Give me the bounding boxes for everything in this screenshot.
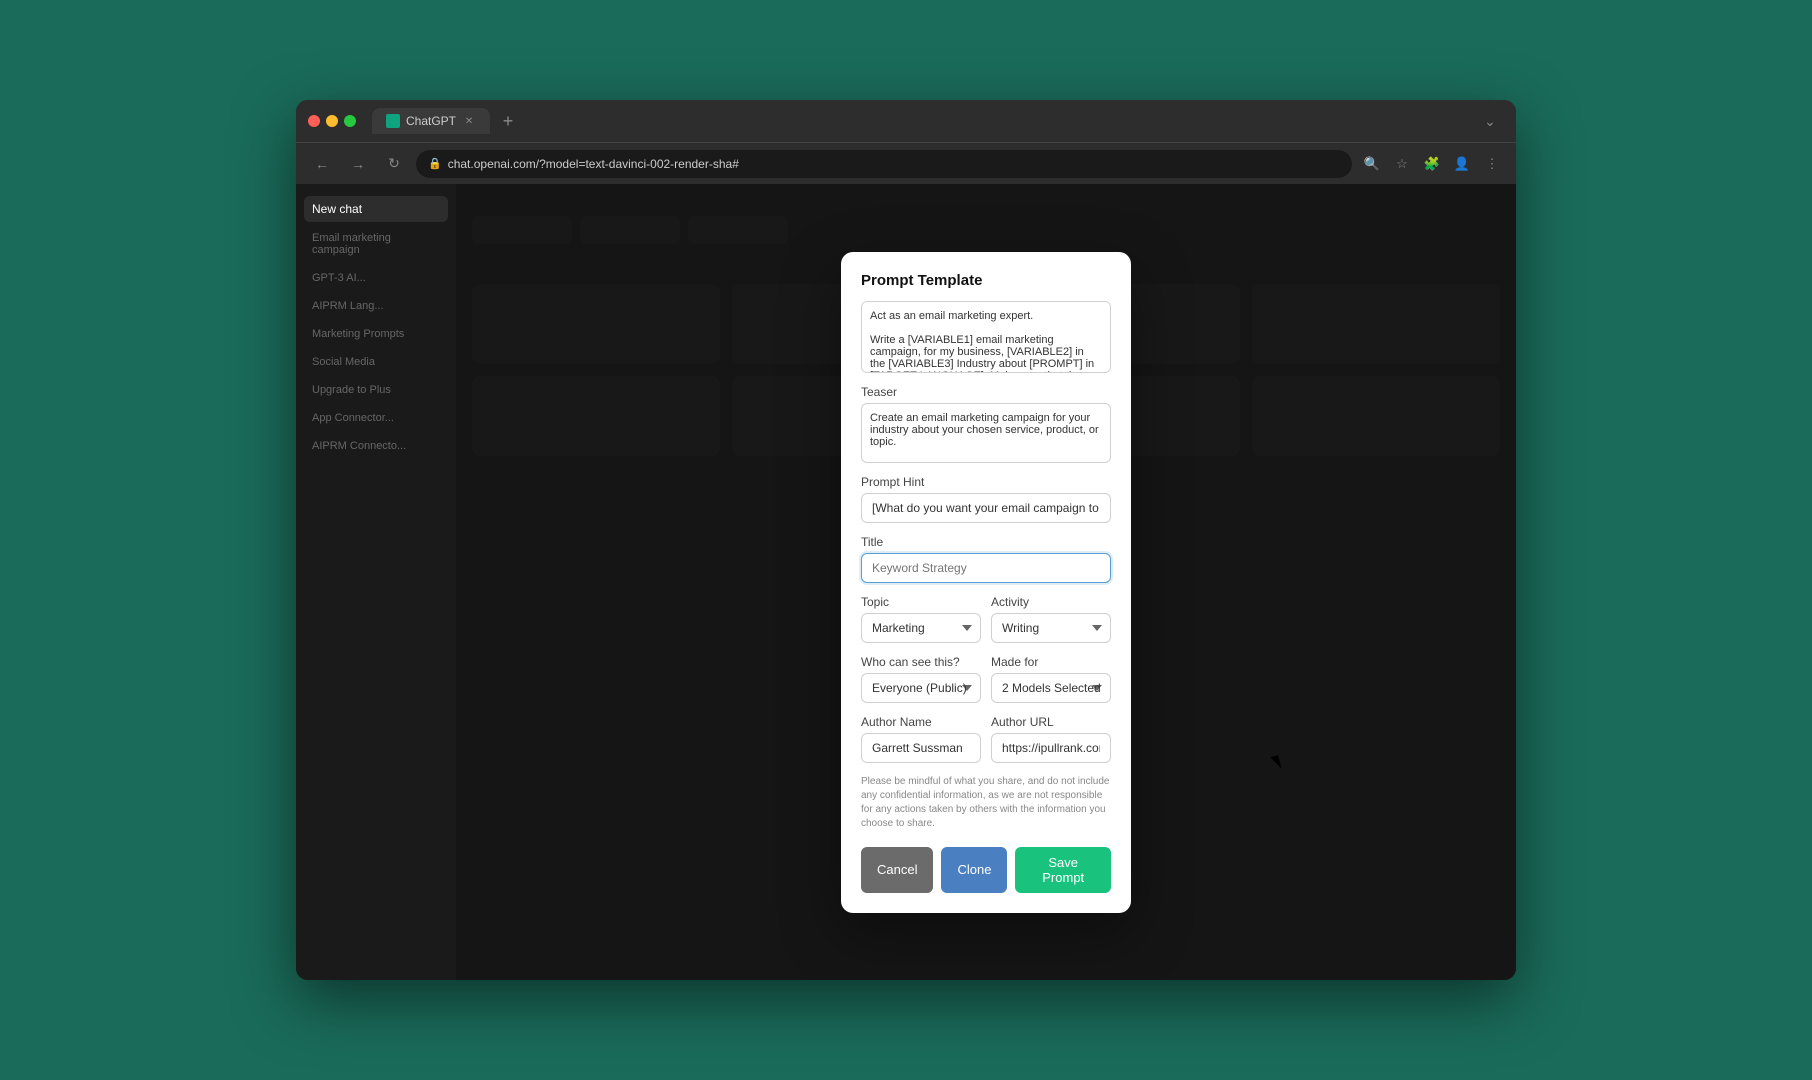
- prompt-hint-label: Prompt Hint: [861, 475, 1111, 489]
- sidebar-item-8[interactable]: AIPRM Connecto...: [304, 434, 448, 458]
- modal-overlay: Prompt Template Teaser Prompt Hint: [456, 184, 1516, 980]
- traffic-lights: [308, 115, 356, 127]
- browser-titlebar: ChatGPT ✕ + ⌄: [296, 100, 1516, 142]
- prompt-template-modal: Prompt Template Teaser Prompt Hint: [841, 252, 1131, 913]
- tab-close-icon[interactable]: ✕: [462, 114, 476, 128]
- profile-icon[interactable]: 👤: [1450, 152, 1474, 176]
- sidebar: New chat Email marketing campaign GPT-3 …: [296, 184, 456, 980]
- sidebar-item-2[interactable]: GPT-3 AI...: [304, 266, 448, 290]
- refresh-button[interactable]: ↻: [380, 150, 408, 178]
- topic-select[interactable]: Marketing Sales Design Writing: [861, 613, 981, 643]
- author-url-input[interactable]: [991, 733, 1111, 763]
- visibility-model-row: Who can see this? Everyone (Public) Only…: [861, 655, 1111, 703]
- bookmark-icon[interactable]: ☆: [1390, 152, 1414, 176]
- prompt-textarea[interactable]: [861, 301, 1111, 373]
- close-button[interactable]: [308, 115, 320, 127]
- topic-label: Topic: [861, 595, 981, 609]
- save-prompt-button[interactable]: Save Prompt: [1015, 847, 1111, 893]
- teaser-textarea[interactable]: [861, 403, 1111, 463]
- tab-favicon: [386, 114, 400, 128]
- topic-field-group: Topic Marketing Sales Design Writing: [861, 595, 981, 643]
- made-for-field-group: Made for 2 Models Selected All Models: [991, 655, 1111, 703]
- title-label: Title: [861, 535, 1111, 549]
- activity-field-group: Activity Writing Research Analysis: [991, 595, 1111, 643]
- who-field-group: Who can see this? Everyone (Public) Only…: [861, 655, 981, 703]
- sidebar-item-new-chat[interactable]: New chat: [304, 196, 448, 222]
- title-input[interactable]: [861, 553, 1111, 583]
- browser-toolbar: ← → ↻ 🔒 chat.openai.com/?model=text-davi…: [296, 142, 1516, 184]
- chatgpt-tab[interactable]: ChatGPT ✕: [372, 108, 490, 134]
- author-url-field-group: Author URL: [991, 715, 1111, 763]
- menu-icon[interactable]: ⋮: [1480, 152, 1504, 176]
- made-for-label: Made for: [991, 655, 1111, 669]
- modal-actions: Cancel Clone Save Prompt: [861, 843, 1111, 893]
- sidebar-item-1[interactable]: Email marketing campaign: [304, 226, 448, 262]
- browser-content: New chat Email marketing campaign GPT-3 …: [296, 184, 1516, 980]
- made-for-select[interactable]: 2 Models Selected All Models: [991, 673, 1111, 703]
- prompt-hint-field-group: Prompt Hint: [861, 475, 1111, 523]
- prompt-hint-input[interactable]: [861, 493, 1111, 523]
- activity-select[interactable]: Writing Research Analysis: [991, 613, 1111, 643]
- sidebar-item-6[interactable]: Upgrade to Plus: [304, 378, 448, 402]
- tab-label: ChatGPT: [406, 114, 456, 128]
- title-field-group: Title: [861, 535, 1111, 583]
- extensions-icon[interactable]: 🧩: [1420, 152, 1444, 176]
- author-name-input[interactable]: [861, 733, 981, 763]
- teaser-field-group: Teaser: [861, 385, 1111, 463]
- sidebar-item-5[interactable]: Social Media: [304, 350, 448, 374]
- cancel-button[interactable]: Cancel: [861, 847, 933, 893]
- author-row: Author Name Author URL: [861, 715, 1111, 763]
- author-url-label: Author URL: [991, 715, 1111, 729]
- window-controls: ⌄: [1476, 107, 1504, 135]
- prompt-field-group: [861, 301, 1111, 373]
- sidebar-item-3[interactable]: AIPRM Lang...: [304, 294, 448, 318]
- topic-activity-row: Topic Marketing Sales Design Writing Act…: [861, 595, 1111, 643]
- tab-bar: ChatGPT ✕ +: [372, 107, 1468, 135]
- url-text: chat.openai.com/?model=text-davinci-002-…: [448, 157, 739, 171]
- main-content: Prompt Template Teaser Prompt Hint: [456, 184, 1516, 980]
- back-button[interactable]: ←: [308, 150, 336, 178]
- activity-label: Activity: [991, 595, 1111, 609]
- toolbar-actions: 🔍 ☆ 🧩 👤 ⋮: [1360, 152, 1504, 176]
- forward-button[interactable]: →: [344, 150, 372, 178]
- address-bar[interactable]: 🔒 chat.openai.com/?model=text-davinci-00…: [416, 150, 1352, 178]
- new-tab-button[interactable]: +: [494, 107, 522, 135]
- author-name-label: Author Name: [861, 715, 981, 729]
- sidebar-item-7[interactable]: App Connector...: [304, 406, 448, 430]
- maximize-button[interactable]: [344, 115, 356, 127]
- lock-icon: 🔒: [428, 157, 442, 170]
- who-label: Who can see this?: [861, 655, 981, 669]
- author-name-field-group: Author Name: [861, 715, 981, 763]
- sidebar-item-4[interactable]: Marketing Prompts: [304, 322, 448, 346]
- minimize-button[interactable]: [326, 115, 338, 127]
- modal-title: Prompt Template: [861, 272, 1111, 289]
- teaser-label: Teaser: [861, 385, 1111, 399]
- browser-window: ChatGPT ✕ + ⌄ ← → ↻ 🔒 chat.openai.com/?m…: [296, 100, 1516, 980]
- disclaimer-text: Please be mindful of what you share, and…: [861, 775, 1111, 831]
- search-icon[interactable]: 🔍: [1360, 152, 1384, 176]
- clone-button[interactable]: Clone: [941, 847, 1007, 893]
- who-select[interactable]: Everyone (Public) Only Me Team: [861, 673, 981, 703]
